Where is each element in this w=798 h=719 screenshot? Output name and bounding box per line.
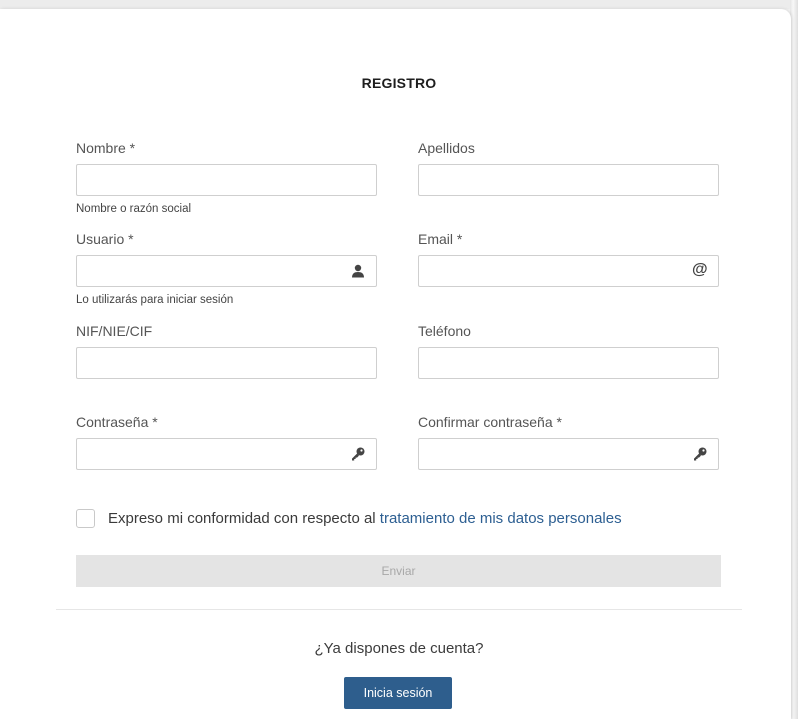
telefono-input[interactable] — [418, 347, 719, 379]
telefono-label: Teléfono — [418, 323, 471, 339]
divider — [56, 609, 742, 610]
have-account-text: ¿Ya dispones de cuenta? — [314, 640, 484, 657]
consent-checkbox[interactable] — [76, 509, 95, 528]
page-background — [0, 0, 798, 9]
nombre-input[interactable] — [76, 164, 377, 196]
apellidos-label: Apellidos — [418, 140, 475, 156]
nombre-label: Nombre * — [76, 140, 136, 156]
confirm-password-input[interactable] — [418, 438, 719, 470]
submit-button[interactable]: Enviar — [76, 555, 721, 587]
key-icon — [352, 447, 365, 461]
key-icon — [694, 447, 707, 461]
at-sign-icon: @ — [692, 261, 708, 278]
consent-label: Expreso mi conformidad con respecto al — [108, 510, 380, 527]
usuario-help-text: Lo utilizarás para iniciar sesión — [76, 294, 234, 306]
password-input[interactable] — [76, 438, 377, 470]
email-label: Email * — [418, 231, 463, 247]
page-title: REGISTRO — [361, 75, 437, 91]
email-input[interactable]: @ — [418, 255, 719, 287]
usuario-input[interactable] — [76, 255, 377, 287]
confirm-password-label: Confirmar contraseña * — [418, 414, 562, 430]
consent-text: Expreso mi conformidad con respecto al t… — [108, 510, 622, 527]
nombre-help-text: Nombre o razón social — [76, 203, 192, 215]
password-label: Contraseña * — [76, 414, 158, 430]
background-edge — [790, 0, 798, 719]
apellidos-input[interactable] — [418, 164, 719, 196]
usuario-label: Usuario * — [76, 231, 134, 247]
nif-input[interactable] — [76, 347, 377, 379]
privacy-policy-link[interactable]: tratamiento de mis datos personales — [380, 510, 622, 527]
user-icon — [352, 264, 364, 278]
login-button[interactable]: Inicia sesión — [344, 677, 452, 709]
nif-label: NIF/NIE/CIF — [76, 323, 153, 339]
